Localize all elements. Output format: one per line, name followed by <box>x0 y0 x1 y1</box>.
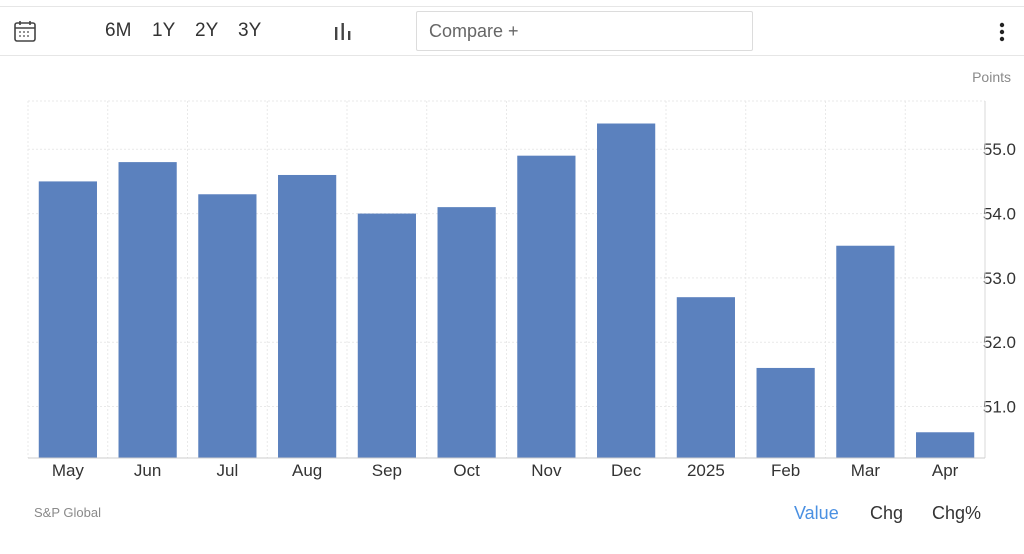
x-tick-label: Aug <box>292 461 322 480</box>
y-tick-label: 53.0 <box>983 269 1016 288</box>
x-tick-label: Oct <box>453 461 480 480</box>
bar-feb <box>756 367 815 458</box>
x-tick-label: Feb <box>771 461 800 480</box>
range-6m-button[interactable]: 6M <box>105 20 131 42</box>
tab-chg-percent[interactable]: Chg% <box>932 503 981 524</box>
bar-jun <box>118 162 177 459</box>
compare-input[interactable]: Compare + <box>416 11 753 51</box>
compare-label: Compare + <box>429 21 519 41</box>
unit-label: Points <box>972 69 1011 85</box>
x-tick-label: Sep <box>372 461 402 480</box>
y-tick-label: 51.0 <box>983 398 1016 417</box>
x-tick-label: Mar <box>851 461 881 480</box>
bar-apr <box>916 432 975 458</box>
tab-value[interactable]: Value <box>794 503 839 524</box>
x-tick-label: Jun <box>134 461 161 480</box>
x-tick-label: May <box>52 461 85 480</box>
x-tick-label: Dec <box>611 461 642 480</box>
calendar-icon[interactable] <box>13 19 37 43</box>
bar-aug <box>278 174 337 459</box>
x-tick-label: Jul <box>217 461 239 480</box>
bar-dec <box>597 123 656 458</box>
range-1y-button[interactable]: 1Y <box>152 20 175 42</box>
x-tick-label: Nov <box>531 461 562 480</box>
bar-nov <box>517 155 576 459</box>
source-label: S&P Global <box>34 505 101 520</box>
x-tick-label: Apr <box>932 461 959 480</box>
tab-chg[interactable]: Chg <box>870 503 903 524</box>
chart-toolbar: 6M 1Y 2Y 3Y Compare + <box>0 7 1024 55</box>
bar-chart: 51.0 52.0 53.0 54.0 55.0 May Jun Jul Aug Sep Oct No… <box>27 100 1016 480</box>
bar-oct <box>437 207 496 458</box>
y-tick-label: 54.0 <box>983 205 1016 224</box>
bar-chart-icon[interactable] <box>333 21 353 41</box>
bar-mar <box>836 245 895 458</box>
range-3y-button[interactable]: 3Y <box>238 20 261 42</box>
bar-sep <box>357 213 416 458</box>
bar-jul <box>198 194 257 458</box>
range-2y-button[interactable]: 2Y <box>195 20 218 42</box>
toolbar-divider <box>0 55 1024 56</box>
bar-may <box>38 181 97 458</box>
y-tick-label: 52.0 <box>983 333 1016 352</box>
bar-2025 <box>676 297 735 458</box>
kebab-menu-icon[interactable] <box>994 21 1010 43</box>
y-tick-label: 55.0 <box>983 140 1016 159</box>
x-tick-label: 2025 <box>687 461 725 480</box>
